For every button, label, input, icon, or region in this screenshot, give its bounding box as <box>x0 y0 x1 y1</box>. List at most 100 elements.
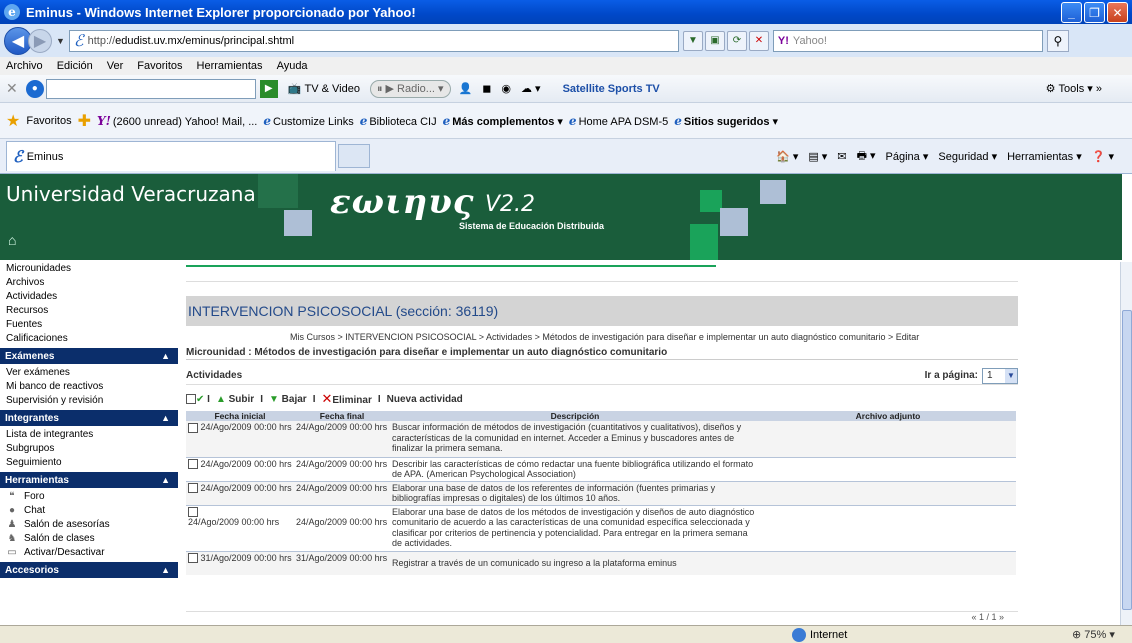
help-icon[interactable]: ❓ ▾ <box>1092 150 1114 163</box>
url-input[interactable]: ℰ http://edudist.uv.mx/eminus/principal.… <box>68 29 679 52</box>
radio-button[interactable]: ⏸ ▶ Radio... ▾ <box>369 79 451 98</box>
toolbar-go-button[interactable]: ▶ <box>259 79 278 98</box>
maximize-button[interactable]: ❐ <box>1084 2 1105 23</box>
menu-favoritos[interactable]: Favoritos <box>137 60 182 72</box>
search-input[interactable]: Y! Yahoo! <box>772 29 1043 52</box>
toolbar-logo-icon[interactable]: ● <box>25 79 44 98</box>
collapse-icon[interactable]: ▲ <box>161 565 170 575</box>
page-menu[interactable]: Página ▾ <box>886 150 929 163</box>
sidebar-section-herramientas[interactable]: Herramientas ▲ <box>0 472 178 488</box>
sidebar-item-microunidades[interactable]: Microunidades <box>0 262 178 276</box>
move-down-button[interactable]: ▼ Bajar <box>269 394 307 405</box>
row-description[interactable]: Elaborar una base de datos de los refere… <box>390 480 760 505</box>
close-window-button[interactable]: ✕ <box>1107 2 1128 23</box>
scrollbar-thumb[interactable] <box>1122 310 1132 610</box>
sidebar-section-examenes[interactable]: Exámenes ▲ <box>0 348 178 364</box>
sidebar-item-banco-reactivos[interactable]: Mi banco de reactivos <box>0 380 178 394</box>
fav-biblioteca[interactable]: e Biblioteca CIJ <box>360 114 437 128</box>
select-all-checkbox[interactable]: ✔ I <box>186 394 210 405</box>
url-dropdown-button[interactable]: ▼ <box>682 30 703 51</box>
fav-yahoo-mail[interactable]: Y! (2600 unread) Yahoo! Mail, ... <box>97 114 257 128</box>
home-icon[interactable]: 🏠 ▾ <box>776 150 798 163</box>
facebook-icon[interactable]: ◼ <box>482 82 491 95</box>
row-description[interactable]: Elaborar una base de datos de los método… <box>390 504 760 551</box>
feeds-icon[interactable]: ▤ ▾ <box>808 150 827 163</box>
sidebar-item-clases[interactable]: ♞ Salón de clases <box>0 532 178 546</box>
tools-cmd-menu[interactable]: Herramientas ▾ <box>1007 150 1082 163</box>
sidebar-item-activar[interactable]: ▭ Activar/Desactivar <box>0 546 178 560</box>
vertical-scrollbar[interactable] <box>1120 262 1132 625</box>
pagination[interactable]: « 1 / 1 » <box>186 611 1018 623</box>
row-description[interactable]: Buscar información de métodos de investi… <box>390 421 760 457</box>
fav-sitios-sugeridos[interactable]: e Sitios sugeridos ▾ <box>674 114 778 128</box>
sidebar-item-actividades[interactable]: Actividades <box>0 290 178 304</box>
favorites-button[interactable]: Favoritos <box>26 115 71 127</box>
row-checkbox[interactable] <box>188 483 198 494</box>
sidebar-item-foro[interactable]: ❝ Foro <box>0 490 178 504</box>
row-checkbox[interactable] <box>188 553 198 564</box>
tools-menu[interactable]: ⚙ Tools ▾ » <box>1046 82 1102 96</box>
messenger-icon[interactable]: 👤 <box>459 82 473 95</box>
security-menu[interactable]: Seguridad ▾ <box>938 150 997 163</box>
breadcrumb[interactable]: Mis Cursos > INTERVENCION PSICOSOCIAL > … <box>186 332 1018 345</box>
minimize-button[interactable]: _ <box>1061 2 1082 23</box>
new-activity-button[interactable]: Nueva actividad <box>387 394 463 405</box>
toolbar-search-input[interactable] <box>45 78 256 99</box>
sidebar-item-supervision[interactable]: Supervisión y revisión <box>0 394 178 408</box>
menu-ver[interactable]: Ver <box>107 60 124 72</box>
row-checkbox[interactable] <box>188 507 198 518</box>
table-row[interactable]: 24/Ago/2009 00:00 hrs 24/Ago/2009 00:00 … <box>186 504 1016 551</box>
sidebar-item-chat[interactable]: ● Chat <box>0 504 178 518</box>
row-checkbox[interactable] <box>188 459 198 470</box>
mail-icon[interactable]: ✉ <box>837 150 846 163</box>
row-checkbox[interactable] <box>188 422 198 433</box>
delete-button[interactable]: ✕Eliminar <box>321 391 371 407</box>
favorites-star-icon[interactable]: ★ <box>6 111 20 131</box>
sidebar-item-seguimiento[interactable]: Seguimiento <box>0 456 178 470</box>
row-description[interactable]: Describir las características de cómo re… <box>390 456 760 481</box>
security-zone[interactable]: Internet <box>792 628 847 642</box>
sidebar-item-lista-integrantes[interactable]: Lista de integrantes <box>0 428 178 442</box>
sidebar-item-recursos[interactable]: Recursos <box>0 304 178 318</box>
sidebar-section-integrantes[interactable]: Integrantes ▲ <box>0 410 178 426</box>
table-row[interactable]: 24/Ago/2009 00:00 hrs 24/Ago/2009 00:00 … <box>186 421 1016 457</box>
tv-video-button[interactable]: 📺 TV & Video <box>288 82 360 96</box>
goto-page-select[interactable]: 1 ▼ <box>982 367 1018 384</box>
sidebar-item-asesorias[interactable]: ♟ Salón de asesorías <box>0 518 178 532</box>
table-row[interactable]: 31/Ago/2009 00:00 hrs 31/Ago/2009 00:00 … <box>186 550 1016 575</box>
sidebar-item-subgrupos[interactable]: Subgrupos <box>0 442 178 456</box>
fav-apa[interactable]: e Home APA DSM-5 <box>569 114 668 128</box>
compatibility-icon[interactable]: ▣ <box>704 30 725 51</box>
zoom-level[interactable]: ⊕ 75% ▾ <box>1072 628 1115 641</box>
sidebar-item-calificaciones[interactable]: Calificaciones <box>0 332 178 346</box>
menu-ayuda[interactable]: Ayuda <box>277 60 308 72</box>
stop-button[interactable]: ✕ <box>748 30 769 51</box>
menu-edicion[interactable]: Edición <box>57 60 93 72</box>
sidebar-section-accesorios[interactable]: Accesorios ▲ <box>0 562 178 578</box>
search-icon[interactable]: ⚲ <box>1046 29 1069 52</box>
sidebar-item-ver-examenes[interactable]: Ver exámenes <box>0 366 178 380</box>
collapse-icon[interactable]: ▲ <box>161 475 170 485</box>
fav-mas-complementos[interactable]: e Más complementos ▾ <box>443 114 563 128</box>
print-icon[interactable]: 🖶 ▾ <box>857 147 876 166</box>
table-row[interactable]: 24/Ago/2009 00:00 hrs 24/Ago/2009 00:00 … <box>186 480 1016 505</box>
sidebar-item-archivos[interactable]: Archivos <box>0 276 178 290</box>
table-row[interactable]: 24/Ago/2009 00:00 hrs 24/Ago/2009 00:00 … <box>186 456 1016 481</box>
collapse-icon[interactable]: ▲ <box>161 351 170 361</box>
forward-button[interactable]: ▶ <box>28 28 52 53</box>
row-description[interactable]: Registrar a través de un comunicado su i… <box>390 550 760 575</box>
menu-archivo[interactable]: Archivo <box>6 60 43 72</box>
tab-eminus[interactable]: ℰ Eminus <box>6 141 336 171</box>
fav-customize-links[interactable]: e Customize Links <box>263 114 353 128</box>
game-icon[interactable]: ◉ <box>501 82 511 95</box>
satellite-sports-link[interactable]: Satellite Sports TV <box>563 83 660 95</box>
move-up-button[interactable]: ▲ Subir <box>216 394 254 405</box>
sidebar-item-fuentes[interactable]: Fuentes <box>0 318 178 332</box>
weather-icon[interactable]: ☁ ▾ <box>521 82 541 95</box>
close-toolbar-icon[interactable]: ✕ <box>6 80 18 97</box>
history-dropdown-icon[interactable]: ▼ <box>56 36 65 46</box>
new-tab-button[interactable] <box>338 144 370 168</box>
collapse-icon[interactable]: ▲ <box>161 413 170 423</box>
home-link-icon[interactable]: ⌂ <box>8 232 16 248</box>
refresh-button[interactable]: ⟳ <box>726 30 747 51</box>
